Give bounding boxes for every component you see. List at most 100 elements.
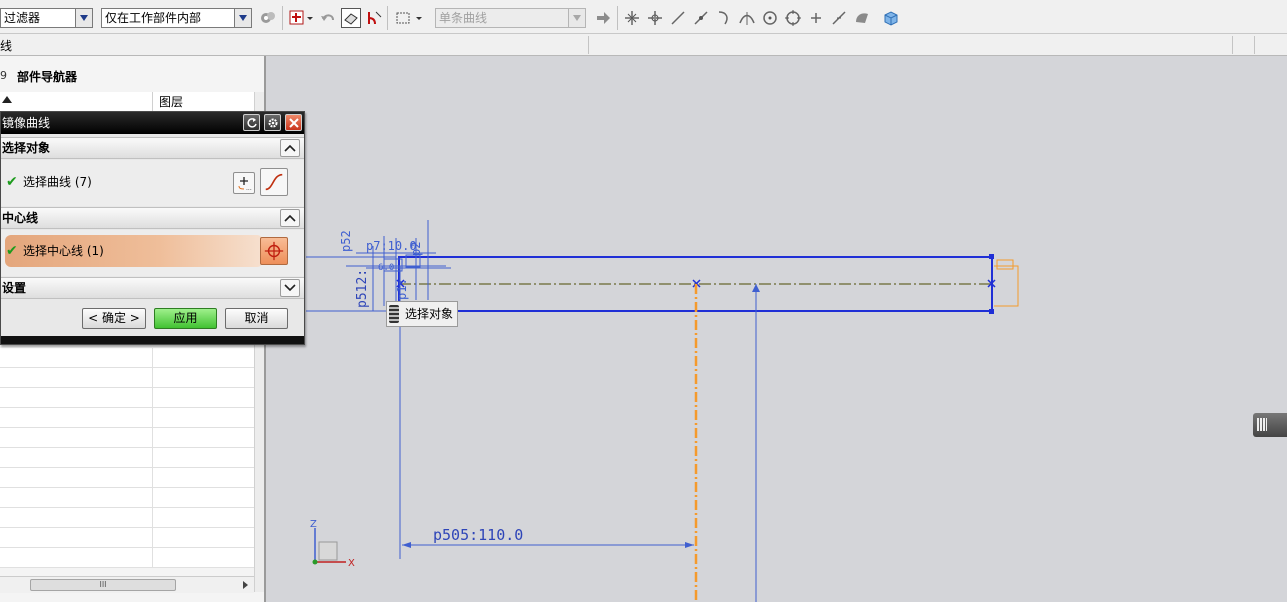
arc-icon[interactable] <box>714 8 734 28</box>
constraint-bracket <box>994 265 1019 307</box>
chevron-up-icon[interactable] <box>280 209 300 227</box>
eraser-select-icon[interactable] <box>341 8 361 28</box>
line-icon[interactable] <box>668 8 688 28</box>
scrollbar-thumb[interactable]: III <box>30 579 176 591</box>
arrow-head <box>685 542 694 548</box>
cancel-button[interactable]: 取消 <box>225 308 288 329</box>
arrow-right-icon[interactable] <box>593 8 613 28</box>
svg-text:p1:: p1: <box>395 278 409 300</box>
chevron-down-icon <box>75 9 92 27</box>
section-select-object[interactable]: 选择对象 <box>1 137 304 159</box>
arrow-head <box>402 542 411 548</box>
select-centerline-row[interactable]: ✔ 选择中心线 (1) <box>5 235 263 267</box>
select-curve-row[interactable]: ✔ 选择曲线 (7) <box>5 166 92 198</box>
chevron-down-icon[interactable] <box>280 279 300 297</box>
navigator-row[interactable] <box>0 468 254 488</box>
dialog-title: 镜像曲线 <box>2 116 51 130</box>
navigator-row[interactable] <box>0 508 254 528</box>
navigator-row[interactable] <box>0 348 254 368</box>
navigator-icon: 9 <box>0 69 7 82</box>
overlapping-dimension-text: p52 p7:10.0 p1: p2 6.0 <box>339 230 423 300</box>
navigator-row[interactable] <box>0 448 254 468</box>
scope-dropdown[interactable]: 仅在工作部件内部 <box>101 8 252 28</box>
center-circle-icon[interactable] <box>760 8 780 28</box>
point-on-curve-icon[interactable] <box>829 8 849 28</box>
corner-point <box>989 309 994 314</box>
gear-icon[interactable] <box>264 114 281 131</box>
undo-arrow-icon[interactable] <box>318 8 338 28</box>
add-curve-button[interactable]: ... <box>233 172 255 194</box>
section-select-object-body: ✔ 选择曲线 (7) ... <box>1 160 304 206</box>
navigator-row[interactable] <box>0 548 254 568</box>
3d-cube-icon[interactable] <box>881 8 901 28</box>
checkmark-icon: ✔ <box>6 174 18 190</box>
crosshair-select-button[interactable] <box>260 237 288 265</box>
chevron-up-icon[interactable] <box>280 139 300 157</box>
snap-endpoint-icon[interactable] <box>622 8 642 28</box>
bar-divider <box>1232 36 1233 54</box>
section-centerline-body: ✔ 选择中心线 (1) <box>1 230 304 276</box>
cue-line-bar: 线 <box>0 34 1287 56</box>
top-toolbar: 过滤器 仅在工作部件内部 单条曲线 <box>0 0 1287 34</box>
sketch-drawing: p505:110.0 p512: p52 p7:10.0 p1: p2 6.0 <box>306 220 1019 602</box>
constraint-symbol <box>996 259 1014 270</box>
scope-dropdown-value: 仅在工作部件内部 <box>105 11 202 25</box>
curve-rule-value: 单条曲线 <box>439 11 488 25</box>
toolbar-separator <box>387 6 388 30</box>
ok-button[interactable]: < 确定 > <box>82 308 146 329</box>
grip-icon <box>389 305 399 323</box>
line-point-icon[interactable] <box>691 8 711 28</box>
apply-button[interactable]: 应用 <box>154 308 217 329</box>
dimension-label-vertical: p512: <box>355 269 370 308</box>
scroll-right-arrow-icon[interactable] <box>243 581 248 589</box>
navigator-row[interactable] <box>0 368 254 388</box>
navigator-row[interactable] <box>0 388 254 408</box>
arrow-head <box>752 284 760 292</box>
chevron-down-icon <box>234 9 251 27</box>
column-layer-header[interactable]: 图层 <box>152 92 183 112</box>
bar-divider <box>588 36 589 54</box>
select-curve-label: 选择曲线 (7) <box>23 175 92 189</box>
navigator-title: 部件导航器 <box>17 70 78 84</box>
keyboard-icon <box>1257 418 1267 431</box>
axis-x-label: X <box>348 558 355 569</box>
close-icon[interactable] <box>285 114 302 131</box>
quadrant-point-icon[interactable] <box>783 8 803 28</box>
point-on-surface-icon[interactable] <box>852 8 872 28</box>
resource-bar-tab[interactable] <box>1253 413 1287 437</box>
filter-dropdown[interactable]: 过滤器 <box>0 8 93 28</box>
navigator-row[interactable] <box>0 428 254 448</box>
svg-text:p52: p52 <box>339 230 353 252</box>
section-settings[interactable]: 设置 <box>1 277 304 299</box>
toolbar-separator <box>617 6 618 30</box>
navigator-horizontal-scrollbar[interactable]: III <box>0 576 254 593</box>
chevron-down-icon[interactable] <box>305 8 315 28</box>
section-select-object-title: 选择对象 <box>2 141 51 155</box>
svg-text:...: ... <box>246 185 252 192</box>
reset-icon[interactable] <box>243 114 260 131</box>
sort-ascending-icon[interactable] <box>2 96 12 103</box>
svg-text:6.0: 6.0 <box>378 263 394 273</box>
select-centerline-label: 选择中心线 (1) <box>23 244 104 258</box>
filter-dropdown-value: 过滤器 <box>4 11 41 25</box>
tooltip-text: 选择对象 <box>405 307 454 321</box>
existing-point-icon[interactable] <box>806 8 826 28</box>
navigator-row[interactable] <box>0 488 254 508</box>
snap-point-icon[interactable] <box>287 8 307 28</box>
section-centerline[interactable]: 中心线 <box>1 207 304 229</box>
intersection-icon[interactable] <box>737 8 757 28</box>
trim-curve-icon[interactable] <box>364 8 384 28</box>
curve-rule-dropdown[interactable]: 单条曲线 <box>435 8 586 28</box>
wcs-triad-icon <box>312 528 346 565</box>
gear-settings-icon[interactable] <box>258 8 278 28</box>
navigator-row[interactable] <box>0 528 254 548</box>
rectangle-select-icon[interactable] <box>393 8 413 28</box>
chevron-down-icon[interactable] <box>414 8 424 28</box>
dialog-title-bar[interactable]: 镜像曲线 <box>1 112 304 134</box>
toolbar-separator <box>282 6 283 30</box>
graphics-canvas[interactable]: p505:110.0 p512: p52 p7:10.0 p1: p2 6.0 <box>266 56 1287 602</box>
snap-midpoint-icon[interactable] <box>645 8 665 28</box>
curve-select-button[interactable] <box>260 168 288 196</box>
navigator-row[interactable] <box>0 408 254 428</box>
dimension-label-horizontal: p505:110.0 <box>433 526 523 544</box>
